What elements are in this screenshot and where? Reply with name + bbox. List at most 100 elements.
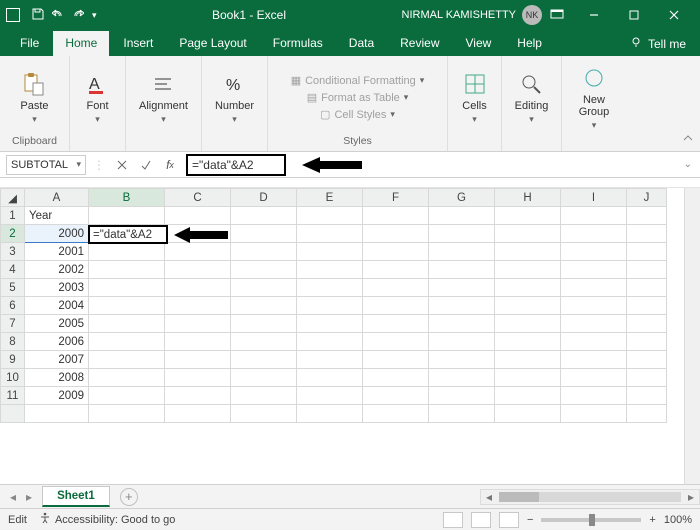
next-sheet-icon[interactable]: ▸ — [26, 490, 32, 504]
select-all-corner[interactable]: ◢ — [1, 189, 25, 207]
cell[interactable]: 2003 — [25, 279, 89, 297]
accessibility-status[interactable]: Accessibility: Good to go — [39, 512, 175, 527]
cell[interactable]: 2001 — [25, 243, 89, 261]
new-group-button[interactable]: New Group▾ — [579, 64, 610, 131]
formula-input[interactable]: ="data"&A2 — [186, 154, 286, 176]
active-cell[interactable]: ="data"&A2 — [88, 225, 168, 244]
svg-text:A: A — [89, 76, 100, 93]
row-header[interactable]: 1 — [1, 207, 25, 225]
cell[interactable]: 2005 — [25, 315, 89, 333]
number-button[interactable]: % Number▾ — [215, 70, 254, 125]
ribbon-tabs: File Home Insert Page Layout Formulas Da… — [0, 30, 700, 56]
cell[interactable]: 2004 — [25, 297, 89, 315]
sheet-tab[interactable]: Sheet1 — [42, 486, 110, 507]
col-header-J[interactable]: J — [627, 189, 667, 207]
prev-sheet-icon[interactable]: ◂ — [10, 490, 16, 504]
separator: ⋮ — [90, 158, 108, 172]
col-header-C[interactable]: C — [165, 189, 231, 207]
row-header[interactable]: 8 — [1, 333, 25, 351]
format-as-table-button[interactable]: ▤Format as Table▾ — [307, 91, 409, 104]
grid-table: ◢ A B C D E F G H I J 1Year 22000 32001 … — [0, 188, 667, 423]
row-header[interactable]: 6 — [1, 297, 25, 315]
font-button[interactable]: A Font▾ — [84, 70, 112, 125]
cell[interactable]: Year — [25, 207, 89, 225]
tell-me[interactable]: Tell me — [616, 31, 700, 56]
col-header-D[interactable]: D — [231, 189, 297, 207]
tab-home[interactable]: Home — [53, 31, 109, 56]
editing-button[interactable]: Editing▾ — [515, 70, 549, 125]
scroll-left-icon[interactable]: ◂ — [481, 490, 497, 504]
col-header-H[interactable]: H — [495, 189, 561, 207]
cell[interactable]: 2009 — [25, 387, 89, 405]
maximize-button[interactable] — [614, 1, 654, 29]
normal-view-button[interactable] — [443, 512, 463, 528]
zoom-level[interactable]: 100% — [664, 514, 692, 526]
cell-styles-button[interactable]: ▢Cell Styles▾ — [320, 108, 395, 121]
alignment-button[interactable]: Alignment▾ — [139, 70, 188, 125]
cells-button[interactable]: Cells▾ — [461, 70, 489, 125]
col-header-A[interactable]: A — [25, 189, 89, 207]
page-break-view-button[interactable] — [499, 512, 519, 528]
row-header[interactable] — [1, 405, 25, 423]
cell[interactable]: 2000 — [25, 225, 89, 243]
ribbon-display-icon[interactable] — [550, 7, 564, 24]
group-editing: Editing▾ . — [502, 56, 562, 151]
spreadsheet-grid[interactable]: ◢ A B C D E F G H I J 1Year 22000 32001 … — [0, 188, 700, 484]
collapse-ribbon-icon[interactable] — [682, 132, 694, 147]
user-account[interactable]: NIRMAL KAMISHETTY NK — [402, 5, 543, 25]
row-header[interactable]: 7 — [1, 315, 25, 333]
row-header[interactable]: 9 — [1, 351, 25, 369]
row-header[interactable]: 3 — [1, 243, 25, 261]
cell[interactable]: 2007 — [25, 351, 89, 369]
font-label: Font — [86, 100, 108, 112]
redo-icon[interactable] — [72, 8, 84, 23]
tab-view[interactable]: View — [454, 31, 504, 56]
zoom-in-button[interactable]: + — [649, 514, 655, 526]
row-header[interactable]: 11 — [1, 387, 25, 405]
undo-icon[interactable] — [52, 8, 64, 23]
tab-file[interactable]: File — [8, 31, 51, 56]
cell[interactable]: 2002 — [25, 261, 89, 279]
ribbon: Paste ▾ Clipboard A Font▾ . Alignment▾ .… — [0, 56, 700, 152]
insert-function-button[interactable]: fx — [160, 155, 180, 175]
active-cell-value: ="data"&A2 — [93, 229, 152, 241]
enter-formula-button[interactable] — [136, 155, 156, 175]
cell[interactable]: 2006 — [25, 333, 89, 351]
paste-button[interactable]: Paste ▾ — [20, 70, 48, 125]
conditional-formatting-button[interactable]: ▦Conditional Formatting▾ — [291, 74, 425, 87]
horizontal-scrollbar[interactable]: ◂ ▸ — [480, 489, 700, 505]
expand-formula-bar-icon[interactable]: ⌄ — [684, 159, 694, 170]
zoom-slider[interactable] — [541, 518, 641, 522]
tab-page-layout[interactable]: Page Layout — [167, 31, 258, 56]
minimize-button[interactable] — [574, 1, 614, 29]
col-header-G[interactable]: G — [429, 189, 495, 207]
row-header[interactable]: 5 — [1, 279, 25, 297]
save-icon[interactable] — [32, 8, 44, 23]
tab-data[interactable]: Data — [337, 31, 386, 56]
vertical-scrollbar[interactable] — [684, 188, 700, 484]
row-header[interactable]: 4 — [1, 261, 25, 279]
scroll-right-icon[interactable]: ▸ — [683, 490, 699, 504]
col-header-E[interactable]: E — [297, 189, 363, 207]
tab-help[interactable]: Help — [505, 31, 554, 56]
tab-formulas[interactable]: Formulas — [261, 31, 335, 56]
chevron-down-icon: ▾ — [76, 159, 81, 170]
chevron-down-icon: ▾ — [32, 114, 37, 125]
add-sheet-button[interactable]: + — [120, 488, 138, 506]
cell[interactable]: 2008 — [25, 369, 89, 387]
close-button[interactable] — [654, 1, 694, 29]
cancel-formula-button[interactable] — [112, 155, 132, 175]
percent-icon: % — [221, 70, 249, 98]
title-bar: ▾ Book1 - Excel NIRMAL KAMISHETTY NK — [0, 0, 700, 30]
row-header[interactable]: 10 — [1, 369, 25, 387]
tab-insert[interactable]: Insert — [111, 31, 165, 56]
col-header-F[interactable]: F — [363, 189, 429, 207]
col-header-B[interactable]: B — [89, 189, 165, 207]
page-layout-view-button[interactable] — [471, 512, 491, 528]
zoom-out-button[interactable]: − — [527, 514, 533, 526]
row-header[interactable]: 2 — [1, 225, 25, 243]
name-box[interactable]: SUBTOTAL ▾ — [6, 155, 86, 175]
tab-review[interactable]: Review — [388, 31, 451, 56]
tell-me-label: Tell me — [648, 37, 686, 51]
col-header-I[interactable]: I — [561, 189, 627, 207]
